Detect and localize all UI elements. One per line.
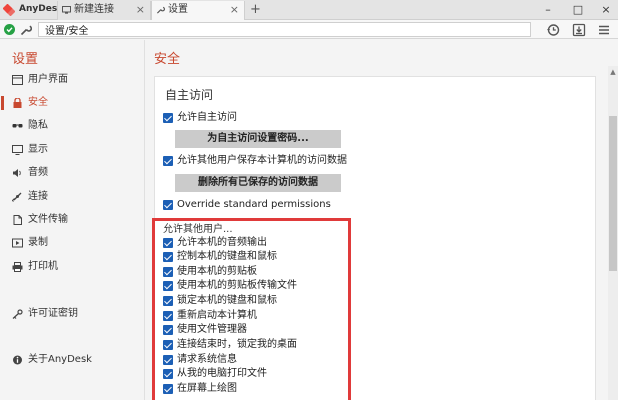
- sidebar-item-label: 显示: [28, 144, 48, 155]
- sidebar-item-label: 关于AnyDesk: [28, 354, 92, 365]
- maximize-button[interactable]: □: [568, 1, 588, 18]
- video-icon: [12, 238, 23, 248]
- tab-label: 新建连接: [74, 4, 114, 15]
- tab-new-connection[interactable]: 新建连接 ×: [57, 1, 151, 20]
- sidebar-item-about[interactable]: 关于AnyDesk: [0, 351, 144, 369]
- sidebar-item-display[interactable]: 显示: [0, 141, 144, 159]
- sidebar-item-user-interface[interactable]: 用户界面: [0, 71, 144, 89]
- menu-icon[interactable]: [597, 23, 611, 37]
- sidebar-item-label: 用户界面: [28, 74, 68, 85]
- wrench-icon: [20, 25, 32, 36]
- allow-save-access-data-checkbox[interactable]: 允许其他用户保存本计算机的访问数据: [163, 155, 347, 168]
- tab-label: 设置: [168, 4, 188, 15]
- sidebar-item-audio[interactable]: 音频: [0, 164, 144, 182]
- address-bar: [0, 20, 618, 39]
- sidebar-item-label: 文件传输: [28, 214, 68, 225]
- checkbox-label: 允许其他用户保存本计算机的访问数据: [177, 155, 347, 166]
- address-input[interactable]: [38, 22, 531, 37]
- add-tab-button[interactable]: +: [250, 1, 261, 19]
- close-window-button[interactable]: ×: [596, 1, 616, 18]
- checkbox-label: Override standard permissions: [177, 199, 331, 210]
- close-tab-icon[interactable]: ×: [136, 1, 145, 19]
- key-icon: [12, 309, 23, 319]
- monitor-icon: [62, 6, 71, 14]
- sidebar-item-label: 录制: [28, 237, 48, 248]
- info-icon: [13, 355, 22, 365]
- sidebar-item-privacy[interactable]: 隐私: [0, 117, 144, 135]
- window-icon: [12, 75, 23, 85]
- monitor-icon: [12, 145, 23, 155]
- checkbox-label: 允许自主访问: [177, 112, 237, 123]
- checkbox-checked-icon: [163, 156, 173, 166]
- scroll-up-icon[interactable]: ▲: [608, 66, 618, 78]
- glasses-icon: [12, 124, 23, 128]
- download-icon[interactable]: [572, 23, 586, 37]
- history-icon[interactable]: [546, 23, 560, 37]
- vertical-scrollbar[interactable]: ▲: [608, 66, 618, 400]
- sidebar-item-label: 打印机: [28, 261, 58, 272]
- online-status-icon: [4, 24, 15, 35]
- title-bar: AnyDesk 新建连接 × 设置 × + – □ ×: [0, 0, 618, 20]
- checkbox-checked-icon: [163, 200, 173, 210]
- tab-settings[interactable]: 设置 ×: [151, 1, 245, 20]
- sidebar-item-recording[interactable]: 录制: [0, 234, 144, 252]
- set-password-button[interactable]: 为自主访问设置密码...: [175, 130, 341, 148]
- printer-icon: [12, 262, 23, 272]
- minimize-button[interactable]: –: [538, 1, 558, 18]
- sidebar-item-label: 连接: [28, 191, 48, 202]
- sidebar-item-label: 许可证密钥: [28, 308, 78, 319]
- sidebar-item-printer[interactable]: 打印机: [0, 258, 144, 276]
- sidebar-item-label: 安全: [28, 97, 48, 108]
- override-permissions-checkbox[interactable]: Override standard permissions: [163, 199, 331, 212]
- sidebar-item-file-transfer[interactable]: 文件传输: [0, 211, 144, 229]
- sidebar-item-connection[interactable]: 连接: [0, 188, 144, 206]
- allow-self-access-checkbox[interactable]: 允许自主访问: [163, 112, 237, 125]
- sidebar-item-security[interactable]: 安全: [0, 94, 144, 112]
- delete-saved-data-button[interactable]: 删除所有已保存的访问数据: [175, 174, 341, 192]
- anydesk-logo-icon: [3, 4, 15, 16]
- sidebar-item-label: 音频: [28, 167, 48, 178]
- highlight-box: [152, 218, 351, 400]
- lock-icon: [13, 98, 22, 108]
- speaker-icon: [13, 169, 21, 177]
- checkbox-checked-icon: [163, 113, 173, 123]
- sidebar-item-label: 隐私: [28, 120, 48, 131]
- scroll-thumb[interactable]: [609, 116, 617, 271]
- close-tab-icon[interactable]: ×: [230, 1, 239, 19]
- wrench-icon: [156, 6, 165, 14]
- page-title: 安全: [154, 52, 181, 67]
- settings-sidebar: 设置 用户界面 安全 隐私 显示 音频 连接 文件传输 录制 打印机 许可证密钥: [0, 40, 145, 400]
- panel-title: 自主访问: [165, 88, 214, 102]
- sidebar-item-license-key[interactable]: 许可证密钥: [0, 305, 144, 323]
- file-icon: [13, 215, 22, 225]
- sidebar-title: 设置: [12, 52, 39, 67]
- connection-icon: [12, 192, 22, 202]
